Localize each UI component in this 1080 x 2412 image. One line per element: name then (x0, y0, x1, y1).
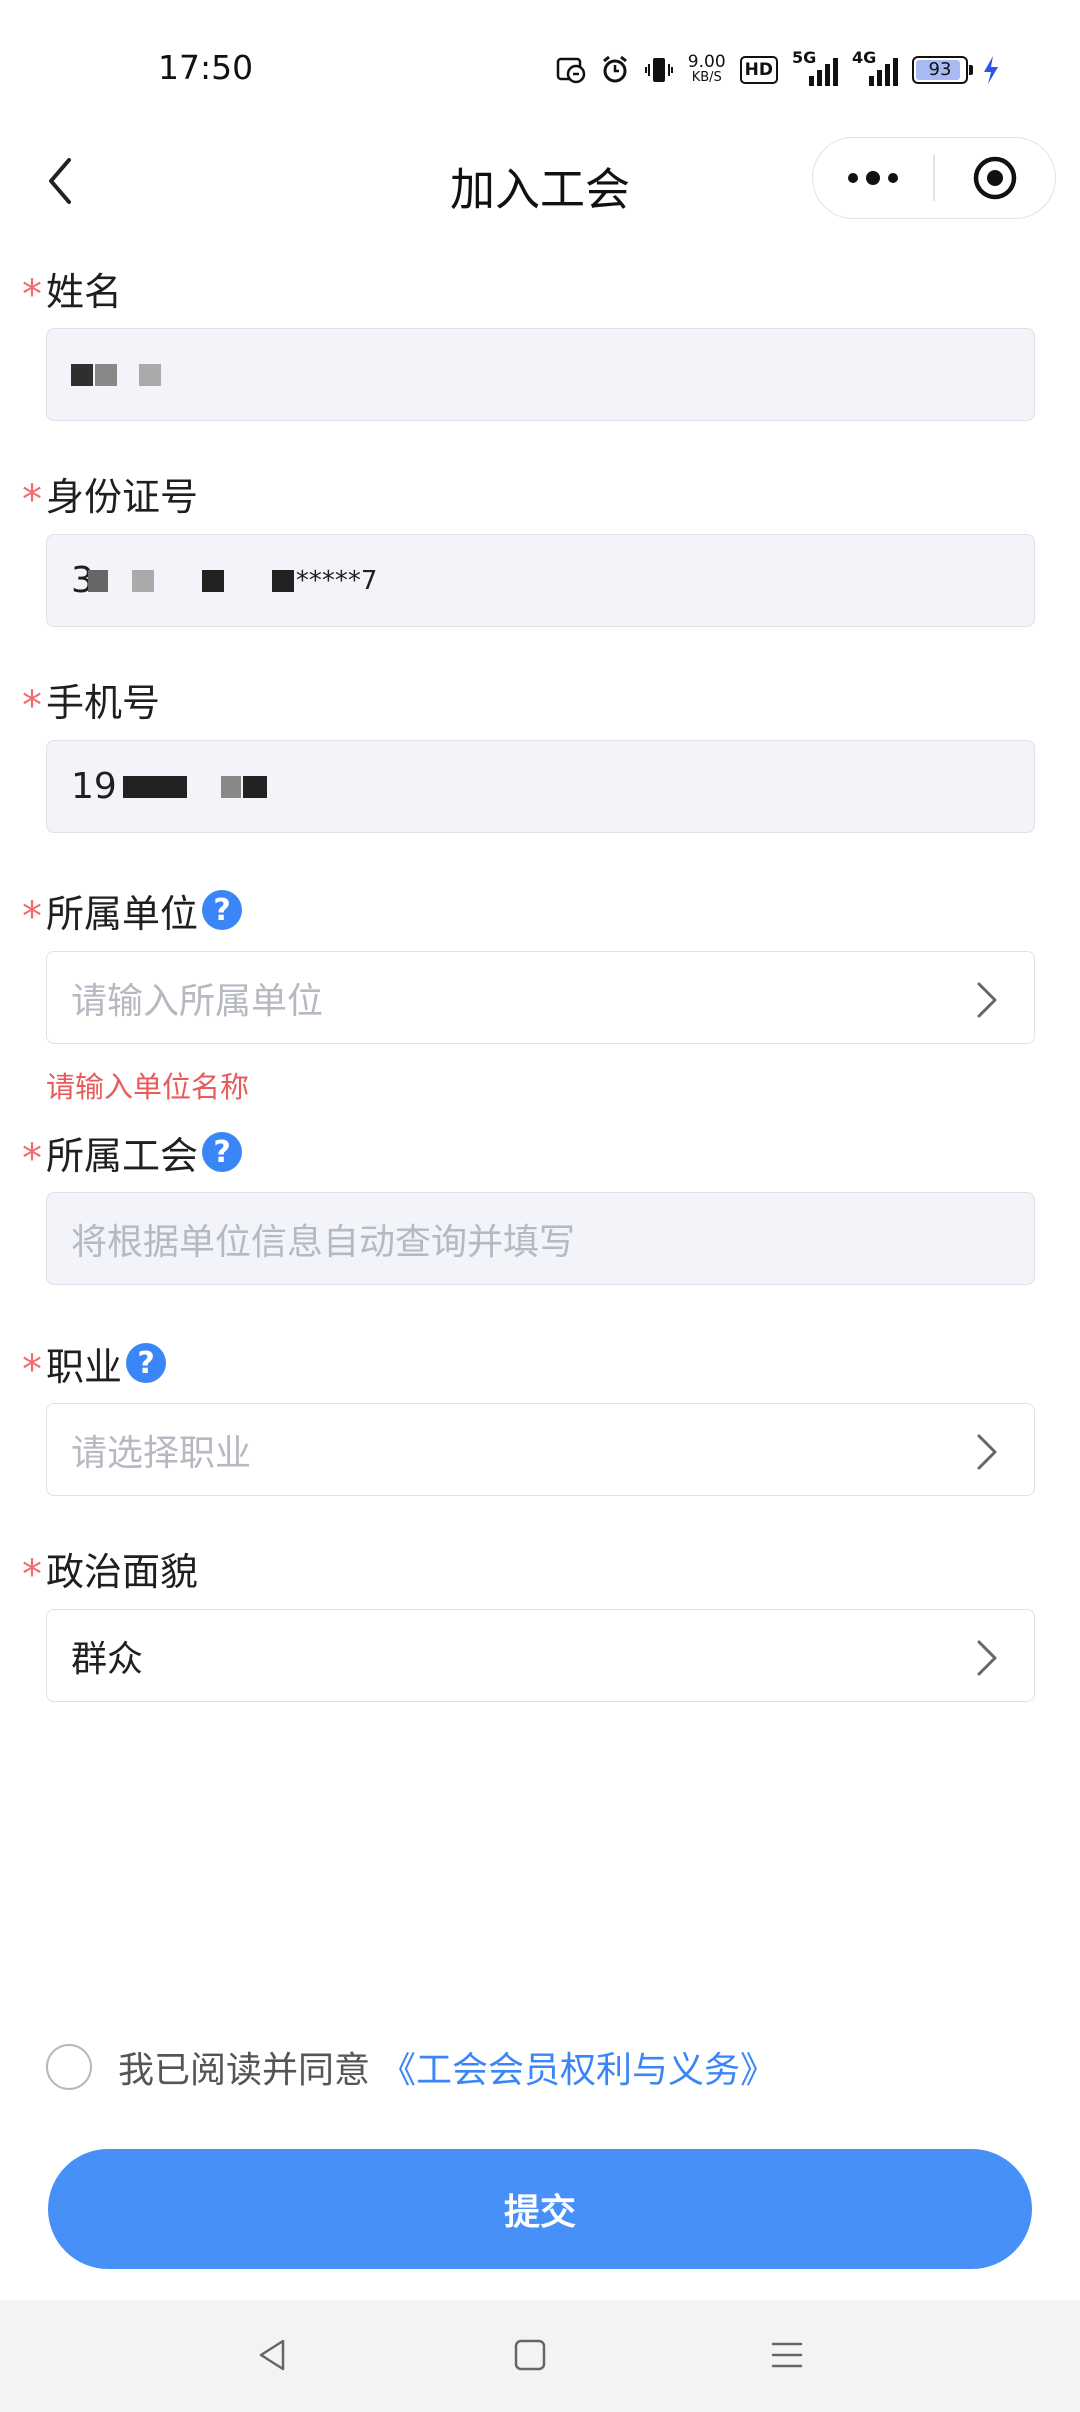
political-status-label: * 政治面貌 (22, 1538, 199, 1599)
submit-button[interactable]: 提交 (48, 2149, 1032, 2269)
charging-bolt-icon (982, 52, 1000, 88)
battery-level: 93 (928, 59, 952, 80)
net-speed: 9.00 KB/S (688, 52, 726, 88)
employer-field[interactable]: 请输入所属单位 (46, 951, 1035, 1044)
occupation-label-text: 职业 (46, 1344, 123, 1389)
help-icon[interactable]: ? (126, 1343, 167, 1383)
chevron-right-icon (977, 982, 997, 1018)
redacted-block (201, 569, 224, 592)
redacted-block (122, 775, 187, 798)
redacted-block (271, 569, 294, 592)
employer-label-text: 所属单位 (46, 891, 199, 936)
id-number-field[interactable]: 3 *****7 (46, 534, 1035, 627)
target-circle-icon (973, 156, 1017, 200)
net-speed-value: 9.00 (687, 52, 726, 72)
status-icons: 9.00 KB/S HD 5G 4G 93 (556, 48, 1000, 90)
signal-4g-icon: 4G (852, 48, 898, 88)
phone-field[interactable]: 19 (46, 740, 1035, 833)
status-time: 17:50 (158, 48, 254, 87)
employer-error: 请输入单位名称 (46, 1070, 250, 1104)
more-dots-icon (848, 171, 899, 185)
hd-icon: HD (739, 56, 778, 84)
id-number-label: * 身份证号 (22, 463, 199, 524)
alarm-icon (600, 52, 630, 88)
employer-label: * 所属单位 ? (22, 880, 243, 940)
system-nav-bar (0, 2300, 1080, 2412)
required-mark: * (22, 683, 42, 729)
id-number-label-text: 身份证号 (46, 474, 199, 519)
required-mark: * (22, 1136, 42, 1182)
status-bar: 17:50 9.00 KB/S HD 5G 4G 93 (0, 0, 1080, 135)
chevron-right-icon (977, 1640, 997, 1676)
union-label: * 所属工会 ? (22, 1122, 243, 1182)
name-label-text: 姓名 (46, 269, 123, 314)
name-field[interactable] (46, 328, 1035, 421)
system-back-button[interactable] (248, 2330, 298, 2380)
battery-icon: 93 (912, 52, 973, 88)
system-menu-button[interactable] (762, 2330, 812, 2380)
required-mark: * (22, 272, 42, 318)
redacted-block (131, 569, 154, 592)
name-label: * 姓名 (22, 258, 123, 319)
redacted-block (139, 363, 161, 386)
nav-bar: 加入工会 (0, 135, 1080, 225)
phone-label-text: 手机号 (46, 680, 161, 725)
chevron-right-icon (977, 1434, 997, 1470)
required-mark: * (22, 477, 42, 523)
agreement-checkbox[interactable] (46, 2044, 92, 2090)
required-mark: * (22, 894, 42, 940)
vibrate-icon (644, 52, 674, 88)
occupation-placeholder: 请选择职业 (71, 1432, 252, 1474)
id-number-suffix: *****7 (295, 565, 378, 596)
help-icon[interactable]: ? (202, 1132, 243, 1172)
mini-program-capsule (812, 137, 1056, 219)
phone-prefix: 19 (71, 766, 117, 807)
union-placeholder: 将根据单位信息自动查询并填写 (71, 1221, 576, 1263)
redacted-block (71, 363, 93, 386)
agreement-link[interactable]: 《工会会员权利与义务》 (380, 2041, 776, 2093)
system-home-button[interactable] (505, 2330, 555, 2380)
redacted-block (95, 363, 117, 386)
political-status-label-text: 政治面貌 (46, 1549, 199, 1594)
triangle-back-icon (259, 2339, 285, 2371)
redacted-block (242, 775, 267, 798)
signal-5g-icon: 5G (792, 48, 838, 88)
employer-placeholder: 请输入所属单位 (71, 980, 324, 1022)
union-label-text: 所属工会 (46, 1133, 199, 1178)
redacted-block (220, 775, 241, 798)
union-field: 将根据单位信息自动查询并填写 (46, 1192, 1035, 1285)
political-status-value: 群众 (71, 1638, 144, 1680)
agreement-row: 我已阅读并同意 《工会会员权利与义务》 (46, 2042, 776, 2092)
phone-label: * 手机号 (22, 669, 161, 730)
agreement-text: 我已阅读并同意 (118, 2050, 371, 2091)
required-mark: * (22, 1552, 42, 1598)
net-speed-unit: KB/S (691, 70, 722, 85)
political-status-select[interactable]: 群众 (46, 1609, 1035, 1702)
help-icon[interactable]: ? (202, 890, 243, 930)
occupation-select[interactable]: 请选择职业 (46, 1403, 1035, 1496)
redacted-block (87, 569, 108, 592)
occupation-label: * 职业 ? (22, 1333, 167, 1393)
required-mark: * (22, 1347, 42, 1393)
menu-lines-icon (771, 2342, 803, 2368)
more-button[interactable] (813, 138, 933, 218)
close-miniprogram-button[interactable] (935, 138, 1055, 218)
square-home-icon (514, 2339, 546, 2371)
nfc-icon (556, 52, 586, 88)
